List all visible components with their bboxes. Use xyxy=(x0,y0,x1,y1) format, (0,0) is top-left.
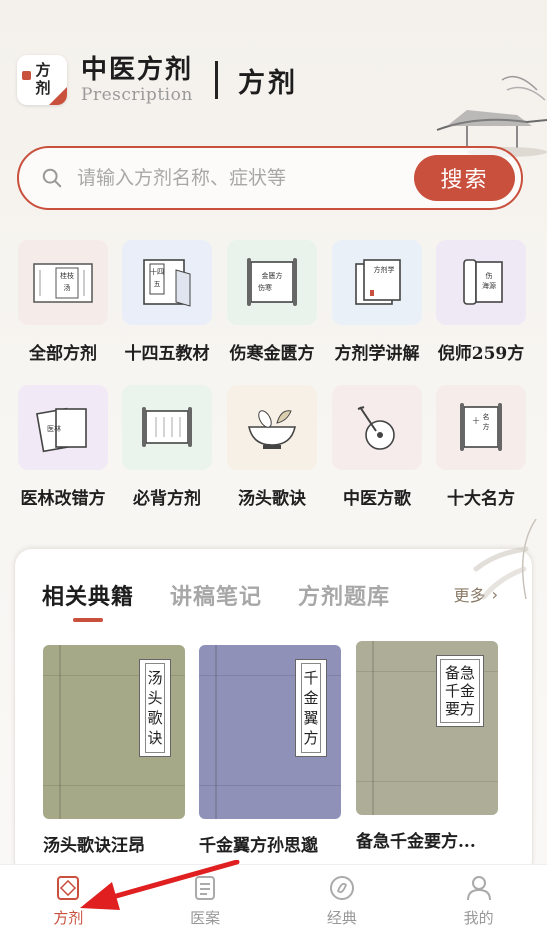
category-lectures[interactable]: 方剂学 方剂学讲解 xyxy=(325,240,429,364)
nav-label: 我的 xyxy=(463,909,494,927)
category-tcm-songs[interactable]: 中医方歌 xyxy=(325,385,429,509)
category-label: 医林改错方 xyxy=(20,489,106,509)
active-tab-indicator xyxy=(73,618,103,622)
seal-icon xyxy=(22,71,31,80)
category-top-ten[interactable]: 十 名 方 十大名方 xyxy=(429,385,533,509)
nav-label: 医案 xyxy=(190,909,221,927)
related-books-panel: 相关典籍 讲稿笔记 方剂题库 更多 › 汤头歌诀 汤头歌诀汪昂 千金翼方 千金翼… xyxy=(14,519,537,878)
category-nishi-259[interactable]: 伤 海源 倪师259方 xyxy=(429,240,533,364)
category-tangtou-gejue[interactable]: 汤头歌诀 xyxy=(220,385,324,509)
svg-text:方: 方 xyxy=(483,422,490,431)
category-label: 汤头歌诀 xyxy=(238,489,306,509)
category-label: 方剂学讲解 xyxy=(334,344,420,364)
app-title-block: 中医方剂 Prescription xyxy=(81,55,193,105)
pavilion-decoration xyxy=(436,75,547,157)
book-cover: 千金翼方 xyxy=(199,645,341,819)
app-header: 方剂 中医方剂 Prescription 方剂 xyxy=(17,54,298,106)
category-label: 全部方剂 xyxy=(29,344,97,364)
lecture-book-icon: 方剂学 xyxy=(332,240,422,325)
category-label: 十大名方 xyxy=(447,489,515,509)
svg-text:医林: 医林 xyxy=(47,424,61,433)
textbook-icon: 十四 五 xyxy=(122,240,212,325)
logo-corner xyxy=(49,87,67,105)
svg-text:名: 名 xyxy=(483,412,490,421)
famous-scroll-icon: 十 名 方 xyxy=(436,385,526,470)
svg-text:海源: 海源 xyxy=(482,281,496,290)
scroll-prescriptions-icon: 桂枝 汤 xyxy=(18,240,108,325)
book-cover: 汤头歌诀 xyxy=(43,645,185,819)
user-icon xyxy=(466,876,491,901)
category-must-recite[interactable]: 必背方剂 xyxy=(115,385,219,509)
title-divider xyxy=(215,61,219,99)
page-title: 方剂 xyxy=(238,67,299,99)
cover-label: 备急千金要方 xyxy=(436,655,484,727)
cover-label: 千金翼方 xyxy=(295,659,327,757)
tab-lecture-notes[interactable]: 讲稿笔记 xyxy=(170,579,262,611)
tab-related-classics[interactable]: 相关典籍 xyxy=(42,579,134,611)
book-cover: 备急千金要方 xyxy=(356,641,498,815)
svg-text:伤: 伤 xyxy=(486,271,493,280)
category-shanghan-jingui[interactable]: 金匮方 伤寒 伤寒金匮方 xyxy=(220,240,324,364)
book-card[interactable]: 备急千金要方 备急千金要方... xyxy=(356,641,498,852)
category-label: 中医方歌 xyxy=(343,489,411,509)
document-list-icon xyxy=(195,876,216,900)
category-label: 伤寒金匮方 xyxy=(229,344,315,364)
category-yilin-gaicuo[interactable]: 医林 医林改错方 xyxy=(11,385,115,509)
cover-label: 汤头歌诀 xyxy=(139,659,171,757)
category-label: 倪师259方 xyxy=(437,344,525,364)
search-input[interactable] xyxy=(77,167,397,189)
category-all-prescriptions[interactable]: 桂枝 汤 全部方剂 xyxy=(11,240,115,364)
open-scroll-icon xyxy=(122,385,212,470)
svg-text:五: 五 xyxy=(154,280,161,288)
category-label: 必背方剂 xyxy=(133,489,201,509)
nav-label: 方剂 xyxy=(53,909,84,927)
panel-tabs: 相关典籍 讲稿笔记 方剂题库 xyxy=(42,579,426,611)
nav-classics[interactable]: 经典 xyxy=(274,865,411,935)
svg-text:桂枝: 桂枝 xyxy=(60,271,74,280)
app-title: 中医方剂 xyxy=(81,55,194,85)
app-logo: 方剂 xyxy=(17,55,67,105)
corrected-book-icon: 医林 xyxy=(18,385,108,470)
svg-text:十四: 十四 xyxy=(150,267,164,276)
book-title: 备急千金要方... xyxy=(356,832,476,852)
nav-label: 经典 xyxy=(326,909,357,927)
nav-medical-cases[interactable]: 医案 xyxy=(137,865,274,935)
classic-circle-icon xyxy=(329,876,354,900)
app-subtitle: Prescription xyxy=(81,85,193,105)
bamboo-decoration xyxy=(473,519,537,600)
svg-text:伤寒: 伤寒 xyxy=(258,283,272,292)
bottom-nav: 方剂 医案 经典 我的 xyxy=(0,864,547,935)
book-card[interactable]: 汤头歌诀 汤头歌诀汪昂 xyxy=(43,645,185,856)
book-title: 汤头歌诀汪昂 xyxy=(43,836,145,856)
svg-text:金匮方: 金匮方 xyxy=(262,271,283,280)
search-bar: 搜索 xyxy=(17,146,523,210)
category-textbook[interactable]: 十四 五 十四五教材 xyxy=(115,240,219,364)
prescription-icon xyxy=(57,876,80,900)
svg-text:汤: 汤 xyxy=(64,283,71,292)
nav-mine[interactable]: 我的 xyxy=(410,865,547,935)
mortar-herb-icon xyxy=(227,385,317,470)
classic-scroll-icon: 金匮方 伤寒 xyxy=(227,240,317,325)
category-label: 十四五教材 xyxy=(124,344,210,364)
book-title: 千金翼方孙思邈 xyxy=(199,836,318,856)
tab-question-bank[interactable]: 方剂题库 xyxy=(298,579,390,611)
nav-prescriptions[interactable]: 方剂 xyxy=(0,865,137,935)
book-stack-icon: 伤 海源 xyxy=(436,240,526,325)
svg-text:方剂学: 方剂学 xyxy=(374,265,395,274)
search-icon xyxy=(42,168,62,188)
pipa-icon xyxy=(332,385,422,470)
search-button[interactable]: 搜索 xyxy=(414,155,515,201)
svg-text:十: 十 xyxy=(473,416,480,425)
book-card[interactable]: 千金翼方 千金翼方孙思邈 xyxy=(199,645,341,856)
